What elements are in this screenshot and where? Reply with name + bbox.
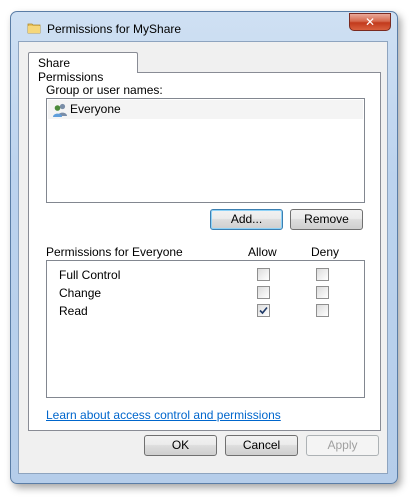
permission-name: Change (59, 286, 102, 300)
users-listbox[interactable]: Everyone (46, 98, 365, 203)
cancel-button[interactable]: Cancel (225, 435, 298, 456)
close-button[interactable]: ✕ (349, 13, 391, 31)
folder-icon (27, 23, 41, 34)
ok-button[interactable]: OK (144, 435, 217, 456)
tab-share-permissions[interactable]: Share Permissions (28, 52, 138, 84)
permission-name: Full Control (59, 268, 121, 282)
deny-header: Deny (311, 245, 340, 259)
permissions-label: Permissions for Everyone (46, 245, 183, 259)
checkmark-icon (259, 306, 268, 315)
title-bar[interactable]: Permissions for MyShare ✕ (11, 12, 397, 42)
list-item[interactable]: Everyone (48, 100, 363, 119)
deny-read-checkbox[interactable] (316, 304, 329, 317)
access-control-help-link[interactable]: Learn about access control and permissio… (46, 408, 281, 422)
remove-button[interactable]: Remove (290, 209, 363, 230)
tab-label: Share Permissions (38, 56, 104, 84)
user-name: Everyone (70, 102, 121, 116)
permission-name: Read (59, 304, 88, 318)
allow-read-checkbox[interactable] (257, 304, 270, 317)
permissions-list: Full Control Change Read (46, 260, 365, 398)
group-users-label: Group or user names: (46, 83, 163, 97)
users-group-icon (53, 103, 67, 117)
allow-header: Allow (248, 245, 277, 259)
window-title: Permissions for MyShare (47, 22, 182, 36)
permission-row-read: Read (47, 303, 364, 321)
close-icon: ✕ (364, 15, 376, 29)
add-button[interactable]: Add... (210, 209, 283, 230)
permission-row-full-control: Full Control (47, 267, 364, 285)
allow-change-checkbox[interactable] (257, 286, 270, 299)
deny-change-checkbox[interactable] (316, 286, 329, 299)
permission-row-change: Change (47, 285, 364, 303)
allow-full-control-checkbox[interactable] (257, 268, 270, 281)
apply-button[interactable]: Apply (306, 435, 379, 456)
deny-full-control-checkbox[interactable] (316, 268, 329, 281)
